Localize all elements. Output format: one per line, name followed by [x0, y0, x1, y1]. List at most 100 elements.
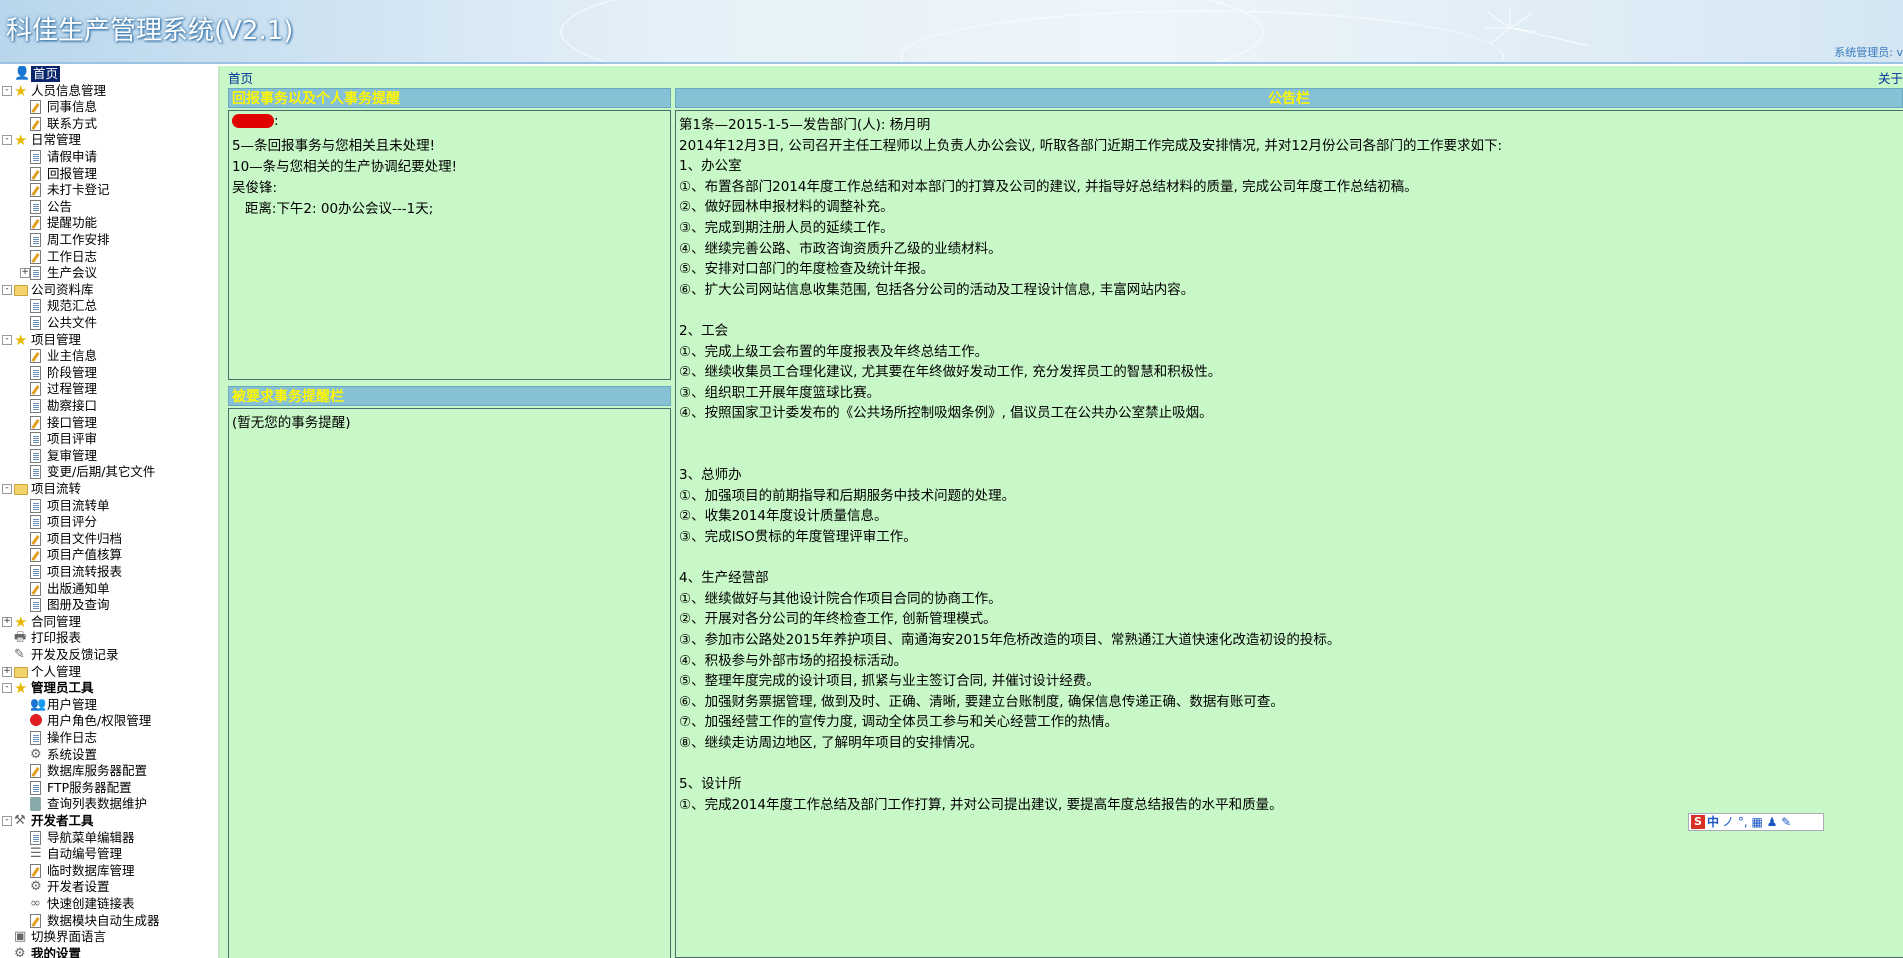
- nav-item[interactable]: 数据库服务器配置: [0, 763, 218, 779]
- collapse-icon[interactable]: -: [2, 484, 12, 494]
- nav-item[interactable]: 请假申请: [0, 149, 218, 165]
- nav-item[interactable]: 同事信息: [0, 99, 218, 115]
- collapse-icon[interactable]: -: [2, 334, 12, 345]
- nav-item-label: 项目流转: [31, 481, 82, 496]
- nav-item[interactable]: 接口管理: [0, 415, 218, 431]
- nav-item[interactable]: 提醒功能: [0, 215, 218, 231]
- nav-item[interactable]: - ★ 人员信息管理: [0, 83, 218, 99]
- nav-item[interactable]: 变更/后期/其它文件: [0, 464, 218, 480]
- nav-item-label: 管理员工具: [31, 680, 94, 696]
- nav-item[interactable]: 👥 用户管理: [0, 697, 218, 713]
- ime-language-toggle[interactable]: 中: [1707, 815, 1719, 829]
- nav-item[interactable]: 项目文件归档: [0, 531, 218, 547]
- nav-item-label: 项目流转单: [47, 497, 110, 513]
- request-empty-text: (暂无您的事务提醒): [232, 415, 351, 431]
- ime-logo-icon[interactable]: S: [1691, 815, 1705, 829]
- ime-tool-icons[interactable]: ノ °, ▦ ♟ ✎: [1722, 815, 1791, 829]
- nav-item[interactable]: + 个人管理: [0, 664, 218, 680]
- nav-item[interactable]: 用户角色/权限管理: [0, 713, 218, 729]
- language-icon: ▣: [14, 929, 27, 945]
- edit-icon: [30, 349, 41, 364]
- nav-item-label: 公共文件: [47, 315, 98, 330]
- nav-item[interactable]: 🖶 打印报表: [0, 630, 218, 646]
- nav-item[interactable]: FTP服务器配置: [0, 780, 218, 796]
- nav-item[interactable]: 查询列表数据维护: [0, 796, 218, 812]
- nav-item[interactable]: ∞ 快速创建链接表: [0, 896, 218, 912]
- notice-line: ①、布置各部门2014年度工作总结和对本部门的打算及公司的建议, 并指导好总结材…: [679, 178, 1418, 195]
- remind-line[interactable]: 10—条与您相关的生产协调纪要处理!: [232, 155, 457, 175]
- collapse-icon[interactable]: -: [2, 85, 12, 96]
- nav-item[interactable]: 项目流转单: [0, 498, 218, 514]
- about-link[interactable]: 关于: [1878, 68, 1903, 87]
- doc-icon: [30, 780, 41, 795]
- nav-item[interactable]: - ★ 管理员工具: [0, 680, 218, 696]
- nav-item[interactable]: - ★ 项目管理: [0, 332, 218, 348]
- nav-item[interactable]: ⚙ 系统设置: [0, 747, 218, 763]
- nav-item[interactable]: 项目流转报表: [0, 564, 218, 580]
- current-user-label: 系统管理员: v: [1834, 46, 1903, 59]
- nav-item[interactable]: ⚙ 开发者设置: [0, 879, 218, 895]
- edit-icon: [30, 100, 41, 115]
- collapse-icon[interactable]: -: [2, 135, 12, 146]
- nav-item[interactable]: 勘察接口: [0, 398, 218, 414]
- nav-item[interactable]: 工作日志: [0, 249, 218, 265]
- nav-item[interactable]: - ⚒ 开发者工具: [0, 813, 218, 829]
- nav-item-label: 周工作安排: [47, 232, 110, 247]
- app-title: 科佳生产管理系统(V2.1): [6, 16, 294, 46]
- nav-item[interactable]: + 生产会议: [0, 265, 218, 281]
- nav-item-label: 切换界面语言: [31, 929, 107, 945]
- nav-item[interactable]: 公共文件: [0, 315, 218, 331]
- nav-item[interactable]: ⚙ 我的设置: [0, 946, 218, 958]
- nav-item[interactable]: ▣ 切换界面语言: [0, 929, 218, 945]
- nav-item-label: 合同管理: [31, 613, 82, 629]
- nav-item[interactable]: 操作日志: [0, 730, 218, 746]
- ime-toolbar[interactable]: S中ノ °, ▦ ♟ ✎: [1688, 813, 1824, 831]
- nav-item[interactable]: 项目评分: [0, 514, 218, 530]
- nav-item[interactable]: 回报管理: [0, 166, 218, 182]
- nav-item[interactable]: 阶段管理: [0, 365, 218, 381]
- expand-icon[interactable]: +: [20, 268, 30, 279]
- remind-line[interactable]: 5—条回报事务与您相关且未处理!: [232, 134, 435, 154]
- nav-item-label: 项目流转报表: [47, 564, 123, 579]
- doc-icon: [30, 199, 41, 214]
- nav-item[interactable]: 未打卡登记: [0, 182, 218, 198]
- collapse-icon[interactable]: -: [2, 284, 12, 295]
- nav-item[interactable]: - 项目流转: [0, 481, 218, 497]
- nav-item[interactable]: 公告: [0, 199, 218, 215]
- collapse-icon[interactable]: -: [2, 683, 12, 694]
- nav-item[interactable]: + ★ 合同管理: [0, 614, 218, 630]
- remind-panel: : 5—条回报事务与您相关且未处理! 10—条与您相关的生产协调纪要处理! 吴俊…: [228, 110, 671, 380]
- doc-icon: [30, 498, 41, 513]
- nav-item[interactable]: 数据模块自动生成器: [0, 913, 218, 929]
- nav-item[interactable]: 图册及查询: [0, 597, 218, 613]
- nav-item-label: 打印报表: [31, 630, 82, 646]
- nav-item[interactable]: 导航菜单编辑器: [0, 830, 218, 846]
- expand-icon[interactable]: +: [2, 616, 12, 627]
- edit-icon: [30, 531, 41, 546]
- expand-icon[interactable]: +: [2, 666, 12, 677]
- nav-item[interactable]: 规范汇总: [0, 298, 218, 314]
- person-icon: 👤: [14, 66, 31, 81]
- nav-item[interactable]: ✎ 开发及反馈记录: [0, 647, 218, 663]
- doc-icon: [30, 465, 41, 480]
- nav-item[interactable]: 出版通知单: [0, 581, 218, 597]
- nav-item[interactable]: - ★ 日常管理: [0, 132, 218, 148]
- nav-item-label: 项目产值核算: [47, 547, 123, 563]
- notice-line: ④、积极参与外部市场的招投标活动。: [679, 652, 908, 669]
- nav-item[interactable]: 临时数据库管理: [0, 863, 218, 879]
- notice-line: 3、总师办: [679, 467, 742, 484]
- nav-item[interactable]: 项目产值核算: [0, 547, 218, 563]
- collapse-icon[interactable]: -: [2, 816, 12, 826]
- nav-item[interactable]: 过程管理: [0, 381, 218, 397]
- nav-item[interactable]: - 公司资料库: [0, 282, 218, 298]
- nav-item[interactable]: 项目评审: [0, 431, 218, 447]
- nav-item-label: 工作日志: [47, 248, 98, 264]
- nav-item[interactable]: 👤 首页: [0, 66, 218, 82]
- nav-item[interactable]: 复审管理: [0, 448, 218, 464]
- nav-tree: 👤 首页 - ★ 人员信息管理 同事信息 联系方式 - ★ 日常管理 请假申请 回报管理 未打卡登记 公告…: [0, 66, 220, 958]
- nav-item[interactable]: 业主信息: [0, 348, 218, 364]
- notice-line: 4、生产经营部: [679, 570, 769, 587]
- nav-item[interactable]: 联系方式: [0, 116, 218, 132]
- nav-item[interactable]: 周工作安排: [0, 232, 218, 248]
- nav-item[interactable]: ☰ 自动编号管理: [0, 846, 218, 862]
